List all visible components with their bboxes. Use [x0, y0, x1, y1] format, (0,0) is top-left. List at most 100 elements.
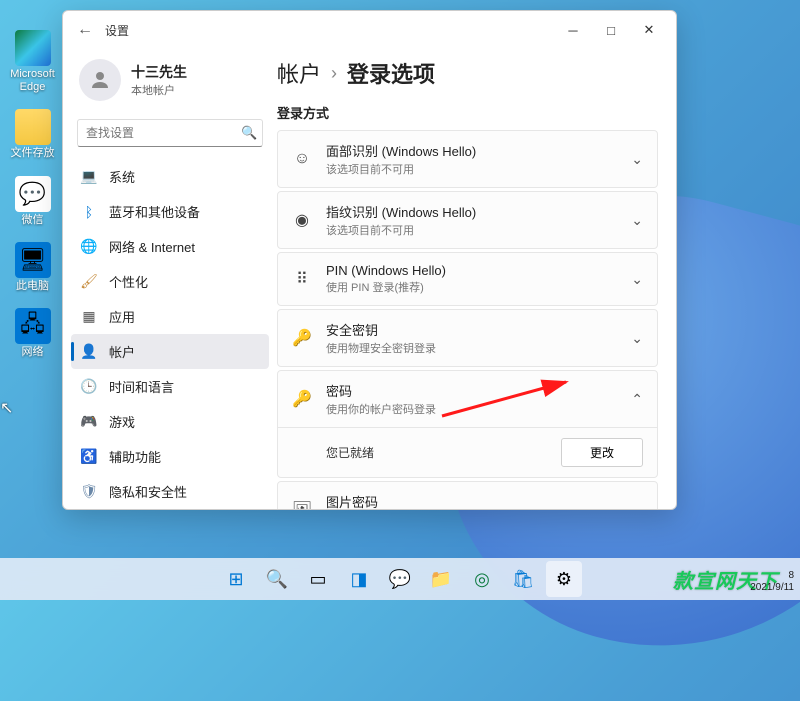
back-button[interactable]: ← — [71, 16, 99, 44]
nav-icon: 👤 — [81, 344, 97, 360]
option-title: 指纹识别 (Windows Hello) — [326, 202, 617, 221]
search-box[interactable]: 🔍 — [77, 119, 263, 147]
option-text: PIN (Windows Hello) 使用 PIN 登录(推荐) — [326, 263, 617, 295]
sidebar-item-0[interactable]: 💻系统 — [71, 159, 269, 194]
taskbar-explorer[interactable]: 📁 — [423, 561, 459, 597]
option-row[interactable]: ⠿ PIN (Windows Hello) 使用 PIN 登录(推荐) ⌄ — [278, 253, 657, 305]
taskbar-edge[interactable]: ◎ — [464, 561, 500, 597]
desktop-icon-network[interactable]: 🖧 网络 — [5, 308, 60, 359]
nav-icon: 💻 — [81, 169, 97, 185]
close-button[interactable]: ✕ — [630, 15, 668, 45]
nav-icon: 🕒 — [81, 379, 97, 395]
pin-icon: ⠿ — [292, 269, 312, 289]
sidebar-item-2[interactable]: 🌐 网络 & Internet — [71, 229, 269, 264]
icon-label: 微信 — [22, 214, 44, 227]
option-text: 图片密码 轻扫并点击你最喜爱的照片以解锁设备 — [326, 492, 617, 509]
change-button[interactable]: 更改 — [561, 438, 643, 467]
option-text: 面部识别 (Windows Hello) 该选项目前不可用 — [326, 141, 617, 177]
option-title: 图片密码 — [326, 492, 617, 509]
face-icon: ☺ — [292, 149, 312, 169]
sidebar-item-9[interactable]: 🛡 隐私和安全性 — [71, 474, 269, 509]
window-body: 十三先生 本地帐户 🔍 💻系统ᛒ蓝牙和其他设备 🌐 网络 & Internet 🖌个性… — [63, 49, 676, 509]
desktop-icon-files[interactable]: 文件存放 — [5, 109, 60, 160]
chevron-down-icon: ⌄ — [631, 502, 643, 510]
nav-label: 帐户 — [109, 342, 135, 361]
breadcrumb: 帐户 › 登录选项 — [277, 57, 658, 89]
nav-icon: 🌐 — [81, 239, 97, 255]
option-title: PIN (Windows Hello) — [326, 263, 617, 278]
chevron-right-icon: › — [331, 63, 337, 84]
option-row[interactable]: 🖼 图片密码 轻扫并点击你最喜爱的照片以解锁设备 ⌄ — [278, 482, 657, 509]
content: 帐户 › 登录选项 登录方式 ☺ 面部识别 (Windows Hello) 该选… — [273, 49, 676, 509]
option-text: 指纹识别 (Windows Hello) 该选项目前不可用 — [326, 202, 617, 238]
minimize-button[interactable]: ─ — [554, 15, 592, 45]
option-status: 您已就绪 — [292, 444, 561, 461]
option-subtitle: 该选项目前不可用 — [326, 222, 617, 238]
search-icon: 🔍 — [241, 125, 257, 141]
password-icon: 🔑 — [292, 389, 312, 409]
profile-name: 十三先生 — [131, 62, 187, 82]
nav-label: 辅助功能 — [109, 447, 161, 466]
sidebar-item-4[interactable]: ▦应用 — [71, 299, 269, 334]
nav-icon: ᛒ — [81, 204, 97, 220]
fingerprint-icon: ◉ — [292, 210, 312, 230]
nav-icon: 🛡 — [81, 484, 97, 500]
option-row[interactable]: 🔑 安全密钥 使用物理安全密钥登录 ⌄ — [278, 310, 657, 366]
section-label: 登录方式 — [277, 103, 658, 122]
sidebar-item-3[interactable]: 🖌个性化 — [71, 264, 269, 299]
chevron-down-icon: ⌄ — [631, 151, 643, 168]
taskbar-search[interactable]: 🔍 — [259, 561, 295, 597]
taskbar-widgets[interactable]: ◨ — [341, 561, 377, 597]
icon-label: 文件存放 — [11, 147, 55, 160]
sidebar-item-8[interactable]: ♿ 辅助功能 — [71, 439, 269, 474]
option-title: 面部识别 (Windows Hello) — [326, 141, 617, 160]
option-card-picture: 🖼 图片密码 轻扫并点击你最喜爱的照片以解锁设备 ⌄ — [277, 481, 658, 509]
desktop-icons: Microsoft Edge 文件存放 💬 微信 🖥 此电脑 🖧 网络 — [5, 30, 60, 359]
folder-icon — [15, 109, 51, 145]
desktop-icon-thispc[interactable]: 🖥 此电脑 — [5, 242, 60, 293]
maximize-button[interactable]: □ — [592, 15, 630, 45]
taskbar-store[interactable]: 🛍 — [505, 561, 541, 597]
desktop-icon-edge[interactable]: Microsoft Edge — [5, 30, 60, 94]
desktop-icon-wechat[interactable]: 💬 微信 — [5, 176, 60, 227]
chevron-down-icon: ⌄ — [631, 330, 643, 347]
sidebar-item-6[interactable]: 🕒时间和语言 — [71, 369, 269, 404]
option-subtitle: 该选项目前不可用 — [326, 161, 617, 177]
option-row[interactable]: 🔑 密码 使用你的帐户密码登录 ⌃ — [278, 371, 657, 427]
option-row[interactable]: ☺ 面部识别 (Windows Hello) 该选项目前不可用 ⌄ — [278, 131, 657, 187]
nav-label: 隐私和安全性 — [109, 482, 187, 501]
avatar-icon — [79, 59, 121, 101]
taskbar-settings[interactable]: ⚙ — [546, 561, 582, 597]
nav-label: 游戏 — [109, 412, 135, 431]
chevron-down-icon: ⌄ — [631, 212, 643, 229]
sidebar: 十三先生 本地帐户 🔍 💻系统ᛒ蓝牙和其他设备 🌐 网络 & Internet 🖌个性… — [63, 49, 273, 509]
taskbar-start[interactable]: ⊞ — [218, 561, 254, 597]
sidebar-item-5[interactable]: 👤 帐户 — [71, 334, 269, 369]
sidebar-item-1[interactable]: ᛒ蓝牙和其他设备 — [71, 194, 269, 229]
breadcrumb-parent[interactable]: 帐户 — [277, 57, 321, 89]
page-title: 登录选项 — [347, 57, 435, 89]
edge-icon — [15, 30, 51, 66]
system-tray[interactable]: 8 2021/9/11 — [750, 570, 794, 594]
search-input[interactable] — [86, 126, 241, 140]
nav-label: 应用 — [109, 307, 135, 326]
taskbar-chat[interactable]: 💬 — [382, 561, 418, 597]
nav-icon: ♿ — [81, 449, 97, 465]
taskbar-center: ⊞ 🔍 ▭ ◨ 💬 📁 ◎ 🛍 ⚙ — [218, 561, 582, 597]
option-subtitle: 使用物理安全密钥登录 — [326, 340, 617, 356]
icon-label: Microsoft Edge — [5, 68, 60, 94]
window-title: 设置 — [105, 22, 129, 39]
nav-label: 网络 & Internet — [109, 237, 195, 256]
profile[interactable]: 十三先生 本地帐户 — [71, 53, 269, 115]
option-subtitle: 使用 PIN 登录(推荐) — [326, 279, 617, 295]
option-title: 密码 — [326, 381, 617, 400]
taskbar-taskview[interactable]: ▭ — [300, 561, 336, 597]
nav-icon: 🖌 — [81, 274, 97, 290]
icon-label: 此电脑 — [16, 280, 49, 293]
option-card-fingerprint: ◉ 指纹识别 (Windows Hello) 该选项目前不可用 ⌄ — [277, 191, 658, 249]
sidebar-item-7[interactable]: 🎮游戏 — [71, 404, 269, 439]
settings-window: ← 设置 ─ □ ✕ 十三先生 本地帐户 🔍 💻系统ᛒ蓝牙和其他设备 🌐 网络 & … — [62, 10, 677, 510]
picture-icon: 🖼 — [292, 500, 312, 509]
option-row[interactable]: ◉ 指纹识别 (Windows Hello) 该选项目前不可用 ⌄ — [278, 192, 657, 248]
network-icon: 🖧 — [15, 308, 51, 344]
